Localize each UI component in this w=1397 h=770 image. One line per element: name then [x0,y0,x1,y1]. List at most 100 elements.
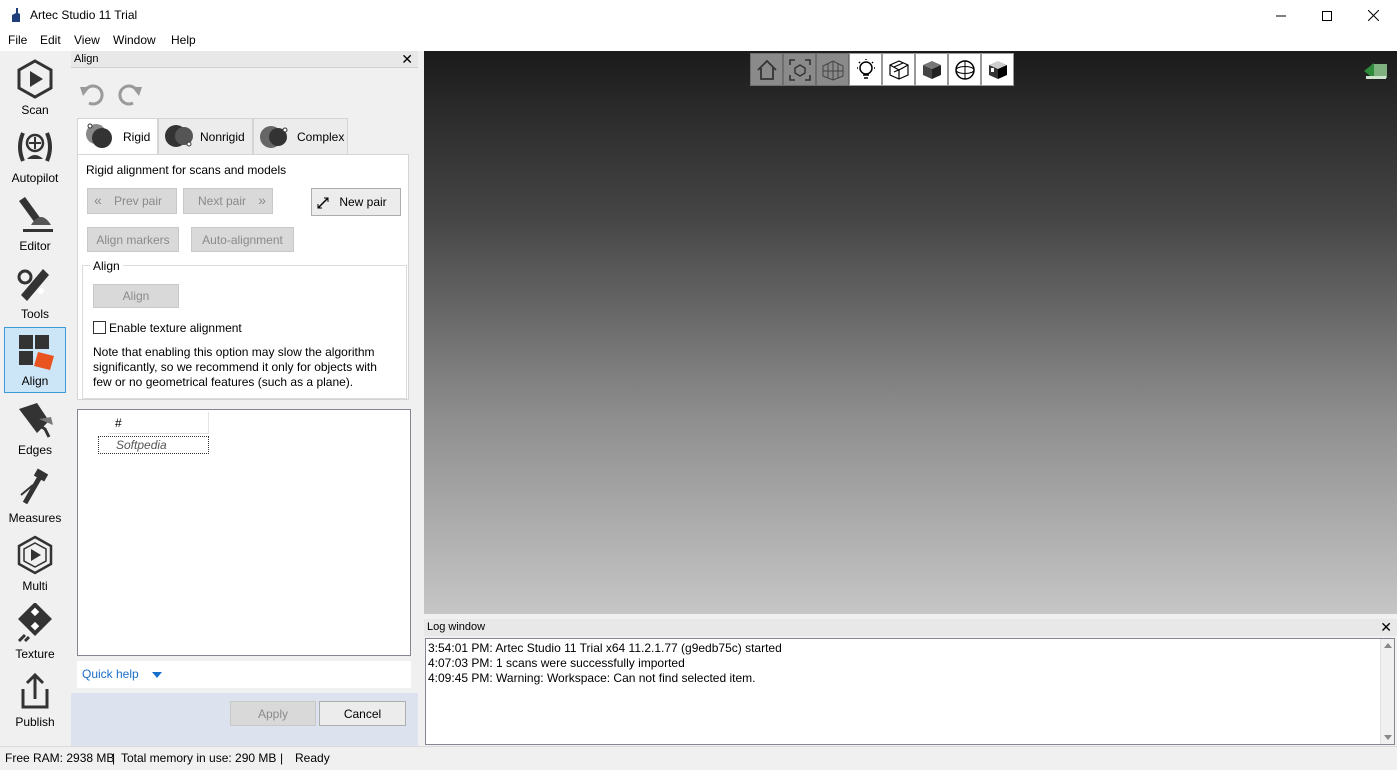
tool-label: Autopilot [11,171,59,185]
undo-icon[interactable] [79,81,105,107]
artec-logo-icon [12,8,20,22]
grid-toggle-button[interactable] [816,53,849,86]
align-button[interactable]: Align [93,284,179,308]
texture-alignment-checkbox[interactable] [93,321,106,334]
tool-scan[interactable]: Scan [4,55,66,121]
title-bar: Artec Studio 11 Trial [0,0,1397,31]
log-title: Log window [427,621,486,633]
scan-icon [17,59,53,99]
tab-complex[interactable]: Complex [253,118,348,154]
minimize-icon [1276,15,1286,16]
log-line: 4:09:45 PM: Warning: Workspace: Can not … [428,671,756,685]
solid-cube-icon [922,60,941,79]
tab-label: Rigid [123,130,151,144]
scroll-up-icon[interactable] [1384,643,1392,648]
minimize-button[interactable] [1258,0,1304,31]
status-separator: | [112,751,116,765]
apply-button[interactable]: Apply [230,701,316,726]
measures-icon [20,468,49,505]
log-close-button[interactable]: ✕ [1380,619,1392,636]
cancel-button[interactable]: Cancel [319,701,406,726]
close-window-button[interactable] [1350,0,1396,31]
maximize-button[interactable] [1304,0,1350,31]
view-toolbar [750,53,1014,86]
fit-view-icon [788,58,811,81]
log-scrollbar[interactable] [1380,639,1394,744]
tool-label: Align [21,374,49,388]
next-pair-button[interactable]: Next pair » [183,188,273,214]
tool-align[interactable]: Align [4,327,66,393]
new-pair-button[interactable]: New pair [311,188,401,216]
complex-head-icon [260,126,288,148]
solid-mode-button[interactable] [915,53,948,86]
maximize-icon [1322,10,1332,21]
light-icon [856,58,875,79]
quick-help-link[interactable]: Quick help [82,667,139,681]
auto-alignment-button[interactable]: Auto-alignment [191,227,294,252]
chevron-down-icon [152,672,162,678]
tool-label: Scan [21,103,49,117]
tool-measures[interactable]: Measures [4,463,66,529]
log-window: Log window ✕ 3:54:01 PM: Artec Studio 11… [424,619,1397,746]
diagonal-arrow-icon [317,197,329,209]
edges-icon [19,403,53,438]
tool-label: Edges [17,443,53,457]
panel-close-button[interactable]: ✕ [401,51,413,68]
log-line: 3:54:01 PM: Artec Studio 11 Trial x64 11… [428,641,782,655]
menu-view[interactable]: View [74,33,100,47]
textured-mode-button[interactable] [981,53,1014,86]
menu-file[interactable]: File [8,33,27,47]
status-separator: | [280,751,284,765]
tab-description: Rigid alignment for scans and models [86,163,287,177]
close-icon [1367,10,1379,21]
window-title: Artec Studio 11 Trial [30,8,138,22]
tools-icon [17,269,49,301]
group-title: Align [90,259,123,273]
wireframe-icon [888,59,909,80]
free-ram: Free RAM: 2938 MB [5,751,115,765]
tool-publish[interactable]: Publish [4,667,66,733]
tool-texture[interactable]: Texture [4,599,66,665]
list-item[interactable]: Softpedia [98,436,209,454]
tool-label: Measures [8,511,62,525]
align-markers-button[interactable]: Align markers [87,227,179,252]
3d-viewport[interactable] [424,51,1397,614]
tool-tools[interactable]: Tools [4,259,66,325]
tool-autopilot[interactable]: Autopilot [4,123,66,189]
rigid-tab-content: Rigid alignment for scans and models « P… [77,154,409,400]
light-toggle-button[interactable] [849,53,882,86]
autopilot-icon [18,132,52,162]
menu-help[interactable]: Help [171,33,196,47]
log-content[interactable]: 3:54:01 PM: Artec Studio 11 Trial x64 11… [425,638,1395,745]
list-column-header[interactable]: # [108,412,209,434]
panel-toggle-arrow-icon[interactable] [1364,61,1388,81]
total-memory: Total memory in use: 290 MB [121,751,277,765]
prev-pair-button[interactable]: « Prev pair [87,188,177,214]
sphere-mode-button[interactable] [948,53,981,86]
rigid-head-icon [86,123,112,148]
panel-title: Align [74,53,99,65]
panel-header: Align ✕ [71,51,418,68]
menu-window[interactable]: Window [113,33,156,47]
home-view-button[interactable] [750,53,783,86]
tool-label: Multi [22,579,48,593]
log-line: 4:07:03 PM: 1 scans were successfully im… [428,656,685,670]
scroll-down-icon[interactable] [1384,735,1392,740]
tool-edges[interactable]: Edges [4,395,66,461]
redo-icon[interactable] [117,81,143,107]
tab-rigid[interactable]: Rigid [77,118,158,155]
menu-edit[interactable]: Edit [40,33,61,47]
align-group: Align Align Enable texture alignment Not… [82,259,407,399]
tab-nonrigid[interactable]: Nonrigid [158,118,253,154]
note-text: Note that enabling this option may slow … [93,345,377,389]
wireframe-mode-button[interactable] [882,53,915,86]
home-icon [756,59,777,80]
status-state: Ready [295,751,330,765]
scan-list[interactable]: # Softpedia [77,409,411,656]
tool-editor[interactable]: Editor [4,191,66,257]
tool-label: Texture [15,647,55,661]
quick-help[interactable]: Quick help [77,661,411,688]
fit-view-button[interactable] [783,53,816,86]
align-panel: Align ✕ Rigid Nonrigid Complex Rigid ali… [71,51,418,746]
tool-multi[interactable]: Multi [4,531,66,597]
